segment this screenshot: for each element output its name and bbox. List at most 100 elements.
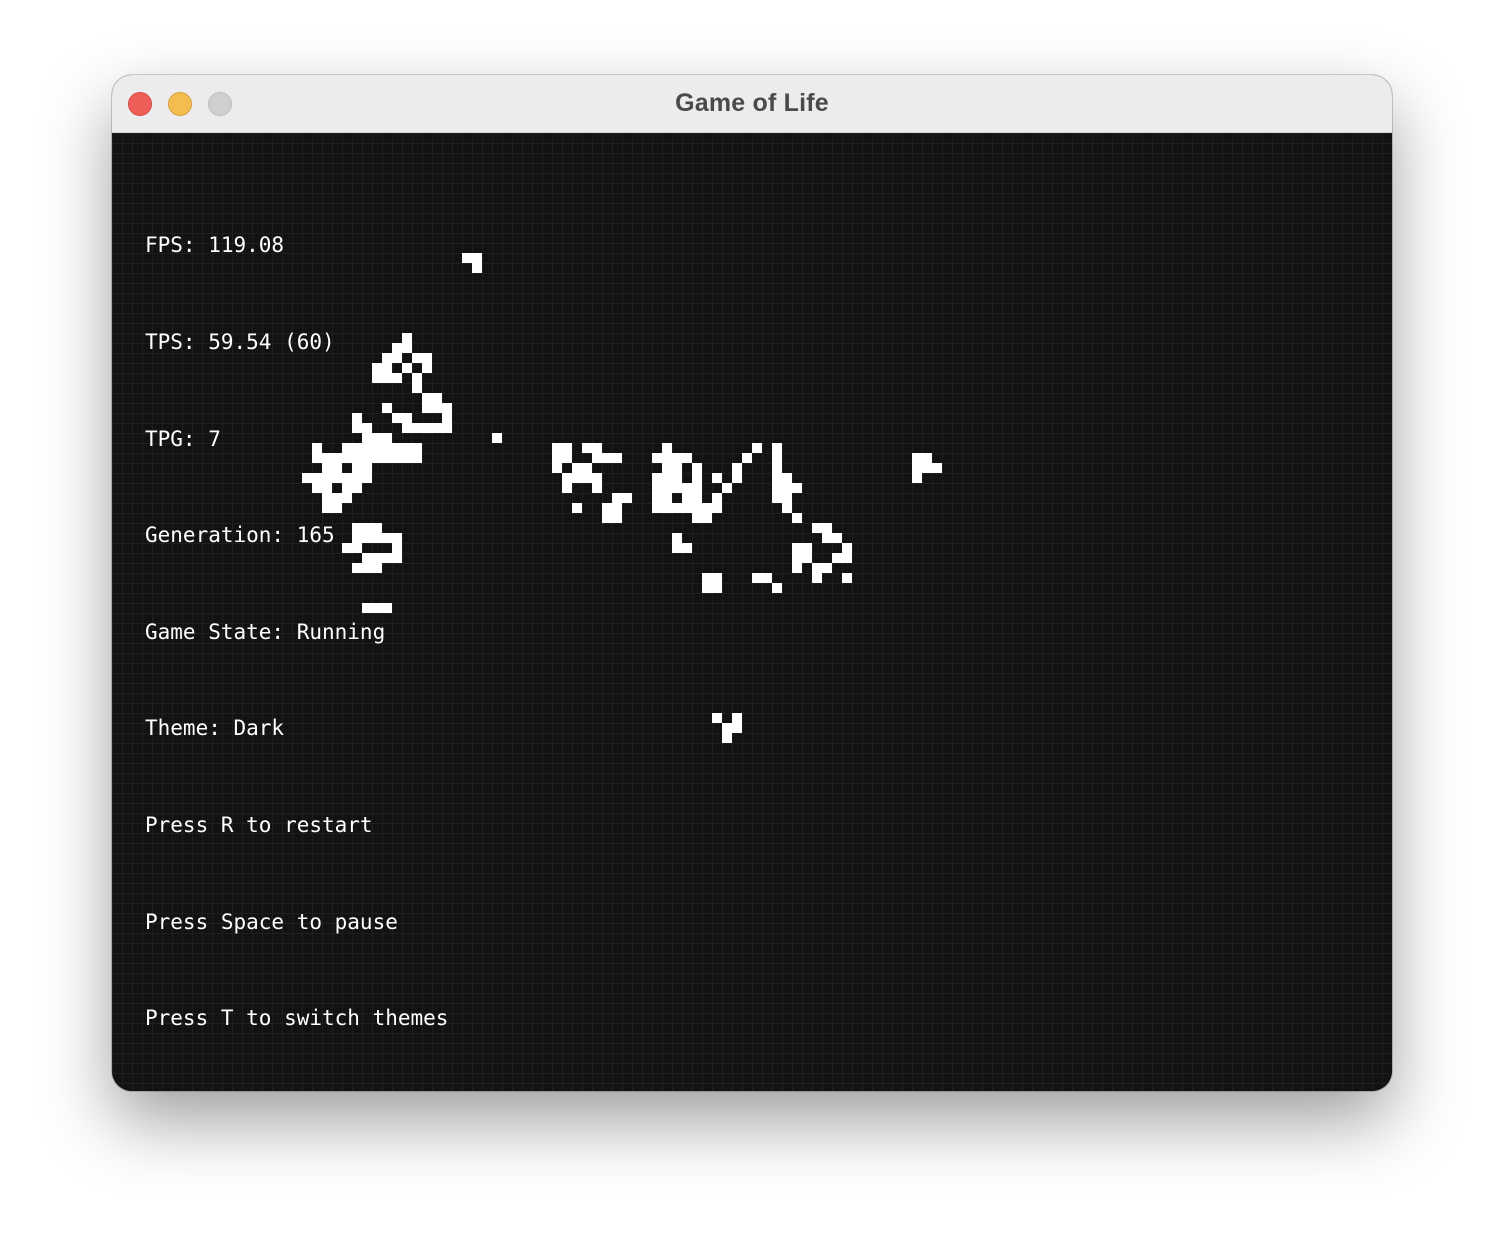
live-cell[interactable]: [602, 503, 612, 513]
live-cell[interactable]: [712, 473, 722, 483]
game-board[interactable]: FPS: 119.08 TPS: 59.54 (60) TPG: 7 Gener…: [112, 133, 1392, 1091]
live-cell[interactable]: [652, 483, 662, 493]
live-cell[interactable]: [672, 503, 682, 513]
live-cell[interactable]: [612, 453, 622, 463]
live-cell[interactable]: [772, 473, 782, 483]
live-cell[interactable]: [772, 443, 782, 453]
live-cell[interactable]: [662, 443, 672, 453]
live-cell[interactable]: [652, 473, 662, 483]
live-cell[interactable]: [732, 723, 742, 733]
live-cell[interactable]: [602, 453, 612, 463]
live-cell[interactable]: [562, 483, 572, 493]
live-cell[interactable]: [472, 263, 482, 273]
live-cell[interactable]: [662, 503, 672, 513]
live-cell[interactable]: [822, 533, 832, 543]
live-cell[interactable]: [662, 473, 672, 483]
live-cell[interactable]: [762, 573, 772, 583]
live-cell[interactable]: [732, 463, 742, 473]
live-cell[interactable]: [842, 553, 852, 563]
live-cell[interactable]: [582, 473, 592, 483]
live-cell[interactable]: [842, 543, 852, 553]
live-cell[interactable]: [812, 573, 822, 583]
live-cell[interactable]: [772, 583, 782, 593]
live-cell[interactable]: [802, 553, 812, 563]
live-cell[interactable]: [772, 483, 782, 493]
live-cell[interactable]: [812, 563, 822, 573]
live-cell[interactable]: [592, 473, 602, 483]
live-cell[interactable]: [782, 493, 792, 503]
live-cell[interactable]: [682, 483, 692, 493]
live-cell[interactable]: [562, 453, 572, 463]
live-cell[interactable]: [602, 513, 612, 523]
live-cell[interactable]: [792, 553, 802, 563]
live-cell[interactable]: [582, 463, 592, 473]
live-cell[interactable]: [652, 503, 662, 513]
live-cell[interactable]: [722, 733, 732, 743]
live-cell[interactable]: [552, 463, 562, 473]
live-cell[interactable]: [742, 453, 752, 463]
live-cell[interactable]: [662, 483, 672, 493]
live-cell[interactable]: [792, 543, 802, 553]
live-cell[interactable]: [712, 503, 722, 513]
live-cell[interactable]: [702, 573, 712, 583]
live-cell[interactable]: [812, 523, 822, 533]
live-cell[interactable]: [782, 483, 792, 493]
live-cell[interactable]: [772, 453, 782, 463]
live-cell[interactable]: [652, 493, 662, 503]
live-cell[interactable]: [672, 533, 682, 543]
live-cell[interactable]: [832, 553, 842, 563]
live-cell[interactable]: [772, 463, 782, 473]
live-cell[interactable]: [662, 453, 672, 463]
live-cell[interactable]: [672, 453, 682, 463]
live-cell[interactable]: [832, 533, 842, 543]
live-cell[interactable]: [672, 463, 682, 473]
live-cell[interactable]: [692, 473, 702, 483]
live-cell[interactable]: [782, 503, 792, 513]
live-cell[interactable]: [932, 463, 942, 473]
live-cell[interactable]: [922, 463, 932, 473]
live-cell[interactable]: [792, 563, 802, 573]
live-cell[interactable]: [712, 573, 722, 583]
live-cell[interactable]: [492, 433, 502, 443]
live-cell[interactable]: [572, 473, 582, 483]
live-cell[interactable]: [702, 513, 712, 523]
live-cell[interactable]: [752, 573, 762, 583]
live-cell[interactable]: [912, 473, 922, 483]
live-cell[interactable]: [712, 583, 722, 593]
live-cell[interactable]: [912, 463, 922, 473]
live-cell[interactable]: [802, 543, 812, 553]
live-cell[interactable]: [732, 713, 742, 723]
live-cell[interactable]: [552, 453, 562, 463]
live-cell[interactable]: [792, 483, 802, 493]
live-cell[interactable]: [782, 473, 792, 483]
live-cell[interactable]: [592, 483, 602, 493]
live-cell[interactable]: [572, 463, 582, 473]
live-cell[interactable]: [572, 503, 582, 513]
live-cell[interactable]: [732, 473, 742, 483]
live-cell[interactable]: [692, 483, 702, 493]
live-cell[interactable]: [822, 523, 832, 533]
live-cell[interactable]: [612, 493, 622, 503]
live-cell[interactable]: [612, 513, 622, 523]
live-cell[interactable]: [592, 453, 602, 463]
live-cell[interactable]: [682, 453, 692, 463]
live-cell[interactable]: [672, 483, 682, 493]
live-cell[interactable]: [612, 503, 622, 513]
live-cell[interactable]: [672, 473, 682, 483]
live-cell[interactable]: [702, 583, 712, 593]
live-cell[interactable]: [822, 563, 832, 573]
live-cell[interactable]: [752, 443, 762, 453]
live-cell[interactable]: [712, 493, 722, 503]
live-cell[interactable]: [692, 493, 702, 503]
live-cell[interactable]: [692, 513, 702, 523]
live-cell[interactable]: [622, 493, 632, 503]
live-cell[interactable]: [672, 543, 682, 553]
live-cell[interactable]: [682, 503, 692, 513]
live-cell[interactable]: [922, 453, 932, 463]
live-cell[interactable]: [712, 713, 722, 723]
live-cell[interactable]: [662, 493, 672, 503]
live-cell[interactable]: [662, 463, 672, 473]
live-cell[interactable]: [562, 443, 572, 453]
live-cell[interactable]: [592, 443, 602, 453]
live-cell[interactable]: [722, 723, 732, 733]
